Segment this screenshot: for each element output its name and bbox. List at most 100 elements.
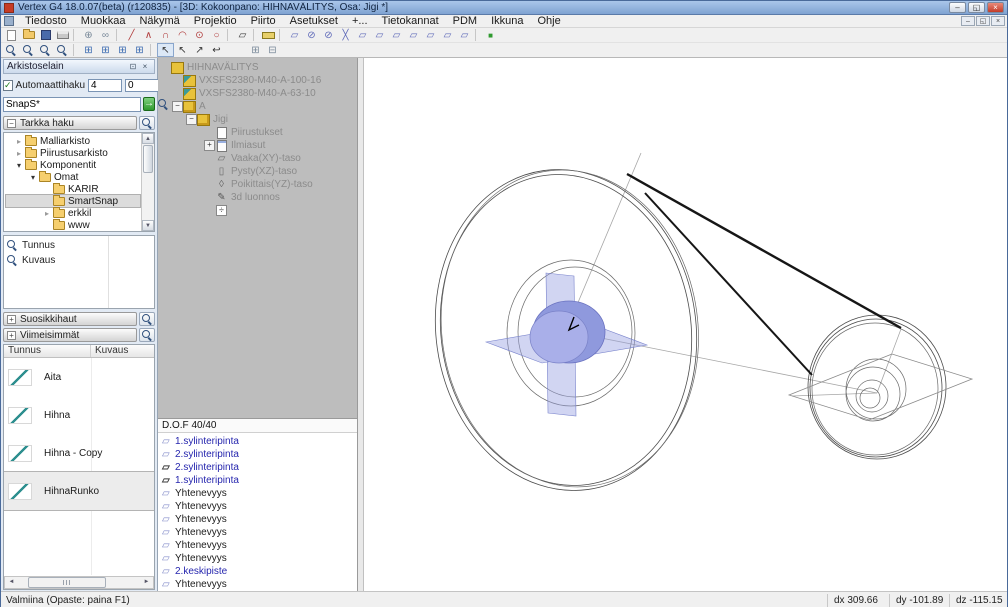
model-tree-item[interactable]: VXSFS2380-M40-A-100-16 xyxy=(160,74,357,87)
model-tree-item[interactable]: Poikittais(YZ)-taso xyxy=(160,178,357,191)
search-go-button[interactable]: → xyxy=(143,97,155,111)
result-row[interactable]: Aita xyxy=(4,358,154,396)
tree-item[interactable]: SmartSnap xyxy=(6,195,140,207)
menu-item[interactable]: Ohje xyxy=(531,15,568,28)
insert-component-icon[interactable]: ⊕ xyxy=(80,28,97,42)
tree-item[interactable]: erkkil xyxy=(6,207,140,219)
favorites-header[interactable]: + Suosikkihaut xyxy=(3,312,137,326)
restore-button[interactable]: ◱ xyxy=(968,2,985,13)
tree-item[interactable]: Omat xyxy=(6,171,140,183)
model-tree-item[interactable]: A xyxy=(160,100,357,113)
scroll-thumb[interactable] xyxy=(28,577,106,588)
menu-item[interactable]: +... xyxy=(345,15,375,28)
save-file-icon[interactable] xyxy=(37,28,54,42)
separator[interactable] xyxy=(73,29,78,41)
menu-item[interactable]: Ikkuna xyxy=(484,15,530,28)
expander-icon[interactable] xyxy=(28,173,38,182)
select-cursor-icon[interactable]: ↖ xyxy=(157,43,174,57)
print-icon[interactable] xyxy=(54,28,71,42)
result-row[interactable]: HihnaRunko xyxy=(4,472,154,510)
model-tree-item[interactable]: VXSFS2380-M40-A-63-10 xyxy=(160,87,357,100)
child-close-button[interactable]: × xyxy=(991,16,1005,26)
constraint-row[interactable]: 1.sylinteripinta xyxy=(158,474,357,487)
column-header-tunnus[interactable]: Tunnus xyxy=(4,345,91,357)
constraint-row[interactable]: Yhtenevyys xyxy=(158,500,357,513)
expander-icon[interactable] xyxy=(172,101,183,112)
recent-search-button[interactable] xyxy=(139,328,155,342)
expander-icon[interactable] xyxy=(42,209,52,218)
constraint-row[interactable]: Yhtenevyys xyxy=(158,539,357,552)
menu-item[interactable]: Asetukset xyxy=(283,15,345,28)
autosearch-checkbox[interactable]: ✓ xyxy=(3,80,13,91)
dock-add-icon[interactable]: ⊞ xyxy=(247,43,264,57)
tree-item[interactable]: Piirustusarkisto xyxy=(6,147,140,159)
field-search-row[interactable]: Kuvaus xyxy=(4,253,154,268)
dock-remove-icon[interactable]: ⊟ xyxy=(264,43,281,57)
panel-close-icon[interactable]: × xyxy=(139,61,151,72)
model-tree-item[interactable]: HIHNAVÄLITYS xyxy=(160,61,357,74)
model-tree-item[interactable] xyxy=(160,204,357,217)
open-file-icon[interactable] xyxy=(20,28,37,42)
separator[interactable] xyxy=(253,29,258,41)
child-minimize-button[interactable]: – xyxy=(961,16,975,26)
model-tree-item[interactable]: Piirustukset xyxy=(160,126,357,139)
clipboard-4-icon[interactable]: ⊞ xyxy=(131,43,148,57)
constraint-4-icon[interactable]: ╳ xyxy=(337,28,354,42)
advanced-search-header[interactable]: − Tarkka haku xyxy=(3,116,137,130)
constraint-row[interactable]: 2.keskipiste xyxy=(158,565,357,578)
constraint-1-icon[interactable]: ▱ xyxy=(286,28,303,42)
new-file-icon[interactable] xyxy=(3,28,20,42)
constraint-row[interactable]: Yhtenevyys xyxy=(158,526,357,539)
zoom-window-icon[interactable] xyxy=(37,43,54,57)
viewport-3d[interactable] xyxy=(364,58,1007,591)
separator[interactable] xyxy=(279,29,284,41)
gap[interactable] xyxy=(225,43,247,57)
result-row[interactable]: Hihna - Copy xyxy=(4,434,154,472)
scroll-left-icon[interactable]: ◄ xyxy=(5,577,18,588)
result-row[interactable]: Hihna xyxy=(4,396,154,434)
menu-item[interactable]: Projektio xyxy=(187,15,244,28)
select-chain-icon[interactable]: ↗ xyxy=(191,43,208,57)
draw-line-icon[interactable]: ╱ xyxy=(123,28,140,42)
menu-item[interactable]: Muokkaa xyxy=(74,15,133,28)
constraint-7-icon[interactable]: ▱ xyxy=(388,28,405,42)
menu-item[interactable]: Tietokannat xyxy=(375,15,446,28)
zoom-previous-icon[interactable] xyxy=(54,43,71,57)
separator[interactable] xyxy=(73,44,78,56)
zoom-out-icon[interactable] xyxy=(20,43,37,57)
menu-item[interactable]: Piirto xyxy=(244,15,283,28)
scroll-down-icon[interactable]: ▼ xyxy=(142,220,154,231)
child-restore-button[interactable]: ◱ xyxy=(976,16,990,26)
constraint-row[interactable]: Yhtenevyys xyxy=(158,487,357,500)
favorites-search-button[interactable] xyxy=(139,312,155,326)
separator[interactable] xyxy=(116,29,121,41)
separator[interactable] xyxy=(150,44,155,56)
model-tree-item[interactable]: Ilmiasut xyxy=(160,139,357,152)
column-header-kuvaus[interactable]: Kuvaus xyxy=(91,345,154,357)
status-green-icon[interactable]: ■ xyxy=(482,28,499,42)
search-input[interactable] xyxy=(3,97,141,112)
constraint-2-icon[interactable]: ⊘ xyxy=(303,28,320,42)
separator[interactable] xyxy=(227,29,232,41)
clipboard-2-icon[interactable]: ⊞ xyxy=(97,43,114,57)
constraint-row[interactable]: 2.sylinteripinta xyxy=(158,461,357,474)
model-tree-item[interactable]: 3d luonnos xyxy=(160,191,357,204)
scroll-thumb[interactable] xyxy=(143,145,153,173)
clipboard-1-icon[interactable]: ⊞ xyxy=(80,43,97,57)
search-button[interactable] xyxy=(157,97,170,111)
tree-item[interactable]: Komponentit xyxy=(6,159,140,171)
constraint-5-icon[interactable]: ▱ xyxy=(354,28,371,42)
results-hscrollbar[interactable]: ◄ ► xyxy=(4,576,154,589)
select-add-icon[interactable]: ↖ xyxy=(174,43,191,57)
pin-icon[interactable]: ⊡ xyxy=(127,61,139,72)
tree-item[interactable]: Vakiot xyxy=(6,231,140,232)
advanced-search-button[interactable] xyxy=(139,116,155,130)
menu-item[interactable]: Tiedosto xyxy=(18,15,74,28)
close-button[interactable]: × xyxy=(987,2,1004,13)
recent-header[interactable]: + Viimeisimmät xyxy=(3,328,137,342)
draw-arc2-icon[interactable]: ◠ xyxy=(174,28,191,42)
clipboard-3-icon[interactable]: ⊞ xyxy=(114,43,131,57)
tree-item[interactable]: Malliarkisto xyxy=(6,135,140,147)
constraint-row[interactable]: Yhtenevyys xyxy=(158,578,357,591)
expander-icon[interactable] xyxy=(204,140,215,151)
